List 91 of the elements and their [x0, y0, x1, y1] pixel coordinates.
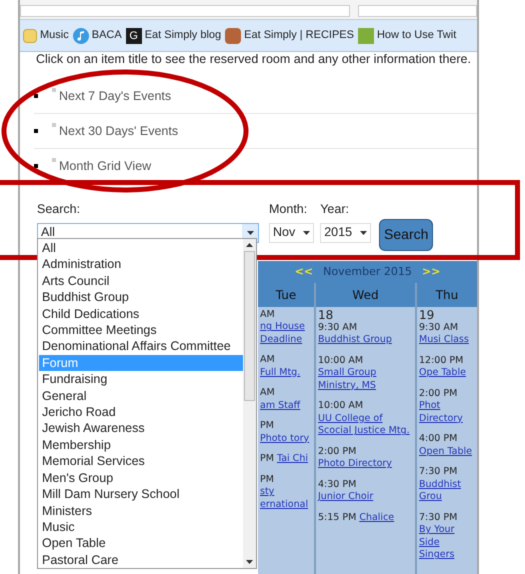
dropdown-option[interactable]: Committee Meetings [39, 322, 243, 338]
event-link[interactable]: Chalice [359, 512, 394, 524]
event-entry: AM am Staff [260, 387, 302, 412]
event-link[interactable]: am Staff [260, 400, 300, 412]
event-link[interactable]: Full Mtg. [260, 366, 300, 380]
dropdown-option[interactable]: Denominational Affairs Committee [39, 338, 243, 355]
dropdown-option[interactable]: Membership [39, 436, 243, 454]
event-entry: AM ng House Deadline [260, 308, 312, 346]
weekday-header: Tue [276, 286, 296, 304]
event-entry: 5:15 PM Chalice [318, 512, 396, 524]
site-logo-icon [358, 28, 374, 44]
dropdown-option[interactable]: Ministers [39, 502, 243, 519]
dropdown-option[interactable]: Fundraising [39, 371, 243, 388]
event-link[interactable]: Musi Class [419, 334, 469, 347]
dropdown-option[interactable]: Administration [39, 256, 243, 273]
event-entry: 9:30 AM Buddhist Group [318, 322, 393, 347]
event-link[interactable]: Photo Directory [318, 458, 392, 471]
event-entry: 2:00 PM Photo Directory [318, 446, 393, 471]
dropdown-option[interactable]: Child Dedications [39, 306, 243, 322]
bookmark-link[interactable]: How to Use Twit [358, 27, 456, 44]
event-link[interactable]: Open Table [419, 446, 472, 458]
event-entry: 7:30 PM Buddhist Grou [419, 466, 475, 504]
event-entry: 12:00 PM Ope Table [419, 354, 467, 380]
search-label: Search: [37, 201, 82, 218]
caret-icon [246, 230, 254, 235]
url-field[interactable] [20, 5, 350, 17]
bullet-icon [34, 94, 38, 98]
year-dropdown[interactable]: 2015 [320, 222, 372, 243]
event-link[interactable]: By Your Side Singers [419, 524, 475, 562]
date-number: 19 [419, 308, 436, 322]
event-entry: 4:30 PM Junior Choir [318, 478, 374, 504]
weekday-header: Wed [352, 286, 379, 304]
event-entry: 4:00 PM Open Table [419, 433, 473, 458]
event-link[interactable]: UU College of Scocial Justice Mtg. [318, 412, 413, 438]
view-link[interactable]: Next 7 Day's Events [52, 86, 172, 106]
dropdown-option[interactable]: Pastoral Care [39, 552, 243, 568]
search-button[interactable]: Search [379, 218, 434, 251]
dropdown-option[interactable]: General [39, 388, 243, 404]
logo-icon: G [126, 28, 142, 44]
date-number: 18 [318, 308, 334, 322]
dropdown-option[interactable]: Mill Dam Nursery School [39, 486, 243, 502]
event-link[interactable]: Ope Table [419, 367, 466, 380]
calendar-title: November 2015 [323, 264, 412, 280]
scrollbar[interactable] [243, 239, 256, 568]
instruction-text: Click on an item title to see the reserved room and any other information there. [35, 52, 472, 67]
dropdown-option[interactable]: Jericho Road [39, 404, 243, 420]
caret-icon [303, 230, 310, 235]
bookmark-link[interactable]: BACA [72, 27, 122, 44]
event-link[interactable]: sty ernational [260, 486, 312, 512]
music-note-icon [72, 28, 89, 44]
event-entry: AM Full Mtg. [260, 354, 302, 380]
folder-icon [23, 28, 37, 42]
event-entry: 2:00 PM Phot Directory [419, 388, 475, 426]
browser-search-field[interactable] [358, 5, 477, 17]
dropdown-option[interactable]: Buddhist Group [39, 289, 243, 306]
dropdown-option[interactable]: Memorial Services [39, 453, 243, 470]
bookmark-link[interactable]: G Eat Simply blog [126, 27, 222, 44]
month-dropdown[interactable]: Nov [269, 222, 314, 243]
scroll-down-icon [246, 560, 253, 564]
dropdown-option[interactable]: Jewish Awareness [39, 420, 243, 437]
event-link[interactable]: Junior Choir [318, 491, 374, 504]
caret-icon [360, 230, 368, 235]
event-link[interactable]: Buddhist Group [318, 334, 392, 347]
view-link[interactable]: Next 30 Days' Events [52, 122, 178, 140]
year-label: Year: [320, 201, 350, 218]
event-entry: PM sty ernational [260, 474, 312, 512]
dropdown-option[interactable]: Open Table [39, 535, 243, 552]
event-link[interactable]: Tai Chi [276, 453, 308, 466]
event-link[interactable]: Small Group Ministry, MS [318, 367, 413, 392]
dropdown-option[interactable]: Arts Council [39, 272, 243, 290]
event-entry: PM Photo tory [260, 420, 310, 446]
month-label: Month: [269, 201, 308, 218]
event-link[interactable]: ng House Deadline [260, 321, 312, 346]
event-link[interactable]: Buddhist Grou [419, 478, 475, 504]
event-entry: 10:00 AM Small Group Ministry, MS [318, 354, 413, 392]
bookmark-link[interactable]: Eat Simply | RECIPES [225, 27, 354, 44]
view-link[interactable]: Month Grid View [52, 156, 152, 176]
event-entry: PM Tai Chi [260, 453, 309, 466]
dropdown-option[interactable]: Music [39, 518, 243, 536]
event-link[interactable]: Photo tory [260, 432, 310, 446]
event-link[interactable]: Phot Directory [419, 400, 475, 426]
event-entry: 9:30 AM Musi Class [419, 322, 470, 347]
event-entry: 10:00 AM UU College of Scocial Justice Mtg. [318, 400, 413, 438]
scrollbar-thumb[interactable] [244, 251, 255, 401]
bookmark-link[interactable]: Music [23, 27, 69, 44]
weekday-header: Thu [436, 286, 458, 304]
dropdown-option[interactable]: All [39, 240, 243, 256]
event-entry: 7:30 PM By Your Side Singers [419, 512, 475, 562]
bullet-icon [34, 129, 38, 133]
bullet-icon [34, 164, 38, 168]
dropdown-option[interactable]: Men's Group [39, 470, 243, 486]
